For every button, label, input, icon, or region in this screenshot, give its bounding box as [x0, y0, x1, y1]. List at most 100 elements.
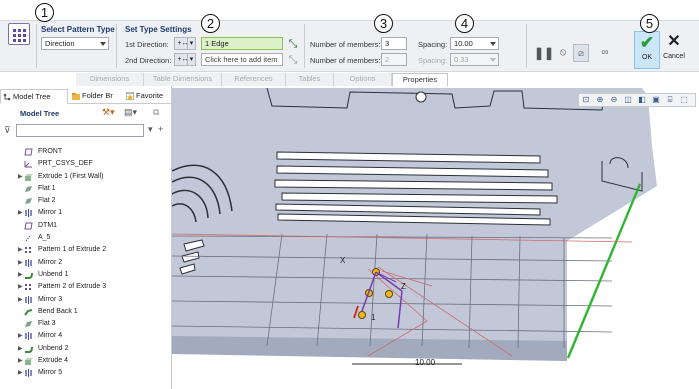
expand-arrow-icon[interactable]: ▶	[18, 207, 23, 219]
expand-arrow-icon[interactable]: ▶	[18, 244, 23, 256]
tree-filter-settings-icon[interactable]: ⧉	[153, 107, 159, 118]
tree-item-label: Mirror 4	[38, 332, 63, 340]
tab-model-tree[interactable]: Model Tree	[0, 89, 68, 104]
expand-arrow-icon[interactable]: ▶	[18, 330, 23, 342]
pattern-type-icon[interactable]	[8, 23, 30, 45]
expand-arrow-icon[interactable]: ▶	[18, 171, 23, 183]
tab-options[interactable]: Options	[334, 73, 392, 86]
tree-item[interactable]: ▶ Pattern 1 of Extrude 2	[0, 244, 171, 256]
verify-glasses-icon[interactable]: ∞	[595, 44, 615, 62]
tree-item[interactable]: ▶ Unbend 2	[0, 343, 171, 355]
tree-item[interactable]: ▶ Extrude 4	[0, 355, 171, 367]
tab-dimensions[interactable]: Dimensions	[76, 73, 144, 86]
second-members-input[interactable]: 2	[381, 53, 407, 66]
second-direction-collector[interactable]: Click here to add item	[201, 53, 283, 66]
pattern-icon	[24, 246, 33, 254]
geometry-preview-icon[interactable]: ⧄	[573, 44, 589, 62]
pattern-type-value: Direction	[45, 39, 75, 48]
flat-icon	[24, 320, 33, 328]
expand-arrow-icon[interactable]: ▶	[18, 355, 23, 367]
tree-item[interactable]: ▶ Pattern 2 of Extrude 3	[0, 281, 171, 293]
tree-item[interactable]: Bend Back 1	[0, 306, 171, 318]
tree-item-label: Unbend 1	[38, 270, 69, 278]
zoom-out-icon[interactable]: ⊖	[607, 94, 621, 106]
tree-item-label: Flat 3	[38, 320, 56, 328]
flip-direction-icon[interactable]: ⤡	[287, 38, 299, 50]
datum-display-icon[interactable]: ⬚	[677, 94, 691, 106]
plane-icon	[24, 222, 33, 230]
tree-item[interactable]: PRT_CSYS_DEF	[0, 158, 171, 170]
tab-folder-browser[interactable]: Folder Br	[70, 89, 120, 104]
callout-5: 5	[640, 14, 659, 33]
repaint-icon[interactable]: ◫	[621, 94, 635, 106]
tree-search-input[interactable]	[16, 124, 144, 137]
pause-icon[interactable]: ❚❚	[534, 44, 554, 62]
tree-item[interactable]: ▶ Mirror 2	[0, 257, 171, 269]
tree-item[interactable]: ▶ Unbend 1	[0, 269, 171, 281]
second-spacing-value: 0.33	[454, 55, 469, 64]
tree-item[interactable]: ▶ Mirror 5	[0, 367, 171, 379]
cancel-button[interactable]: ✕ Cancel	[662, 31, 686, 69]
callout-1: 1	[35, 3, 54, 22]
tree-item[interactable]: FRONT	[0, 146, 171, 158]
tab-table-dimensions[interactable]: Table Dimensions	[144, 73, 222, 86]
tree-item[interactable]: ▶ Mirror 4	[0, 330, 171, 342]
show-columns-icon[interactable]: ▤▾	[124, 107, 137, 118]
second-direction-label: 2nd Direction:	[125, 56, 172, 65]
tab-references[interactable]: References	[222, 73, 286, 86]
display-style-icon[interactable]: ◧	[635, 94, 649, 106]
tab-properties[interactable]: Properties	[392, 73, 448, 86]
tree-item[interactable]: DTM1	[0, 220, 171, 232]
expand-arrow-icon[interactable]: ▶	[18, 343, 23, 355]
expand-arrow-icon[interactable]: ▶	[18, 269, 23, 281]
tree-item[interactable]: A_5	[0, 232, 171, 244]
tree-item[interactable]: ▶ Mirror 3	[0, 294, 171, 306]
spacing-dimension[interactable]: 10.00	[415, 358, 435, 367]
x-axis-label: X	[340, 256, 346, 265]
expand-arrow-icon[interactable]: ▶	[18, 257, 23, 269]
expand-arrow-icon[interactable]: ▶	[18, 294, 23, 306]
chevron-down-icon	[100, 42, 106, 46]
tree-item-label: PRT_CSYS_DEF	[38, 160, 93, 168]
tree-item[interactable]: ▶ Extrude 1 (First Wall)	[0, 171, 171, 183]
expand-arrow-icon[interactable]: ▶	[18, 367, 23, 379]
add-icon[interactable]: +	[158, 124, 163, 134]
saved-views-icon[interactable]: ▣	[649, 94, 663, 106]
tree-item[interactable]: ▶ Mirror 1	[0, 207, 171, 219]
tree-item[interactable]: Flat 3	[0, 318, 171, 330]
flat-icon	[24, 197, 33, 205]
favorites-icon	[126, 92, 134, 100]
ok-label: OK	[641, 54, 653, 61]
pattern-type-dropdown[interactable]: Direction	[41, 37, 109, 50]
graphics-window[interactable]: ⊡ ⊕ ⊖ ◫ ◧ ▣ ⌸ ⬚ X Z 1 10.00	[172, 86, 699, 389]
tree-item-label: Extrude 4	[38, 357, 68, 365]
no-preview-icon[interactable]: ⦸	[557, 44, 569, 62]
ok-button[interactable]: ✔ OK	[634, 31, 660, 69]
first-direction-label: 1st Direction:	[125, 40, 169, 49]
separator	[526, 24, 527, 68]
second-spacing-dropdown[interactable]: 0.33	[450, 53, 499, 66]
tab-tables[interactable]: Tables	[286, 73, 334, 86]
axis-icon	[24, 234, 33, 242]
flip-direction-icon[interactable]: ⤡	[287, 54, 299, 66]
first-direction-collector[interactable]: 1 Edge	[201, 37, 283, 50]
tree-item-label: Bend Back 1	[38, 307, 78, 315]
refit-icon[interactable]: ⊡	[579, 94, 593, 106]
separator	[36, 24, 37, 68]
tree-item[interactable]: Flat 1	[0, 183, 171, 195]
tree-item[interactable]: Flat 2	[0, 195, 171, 207]
chevron-down-icon[interactable]: ▾	[148, 124, 153, 135]
first-direction-flip-dropdown[interactable]: ▾	[187, 37, 196, 50]
first-members-input[interactable]: 3	[381, 37, 407, 50]
second-direction-flip-dropdown[interactable]: ▾	[187, 53, 196, 66]
cancel-label: Cancel	[663, 53, 685, 60]
filter-icon[interactable]: ⊽	[4, 125, 11, 136]
first-spacing-dropdown[interactable]: 10.00	[450, 37, 499, 50]
zoom-in-icon[interactable]: ⊕	[593, 94, 607, 106]
expand-arrow-icon[interactable]: ▶	[18, 281, 23, 293]
preview-member-label: 1	[371, 313, 376, 322]
tree-settings-icon[interactable]: ⚒▾	[102, 107, 115, 118]
tab-favorites[interactable]: Favorite	[124, 89, 171, 104]
pattern-icon	[24, 283, 33, 291]
view-manager-icon[interactable]: ⌸	[663, 94, 677, 106]
